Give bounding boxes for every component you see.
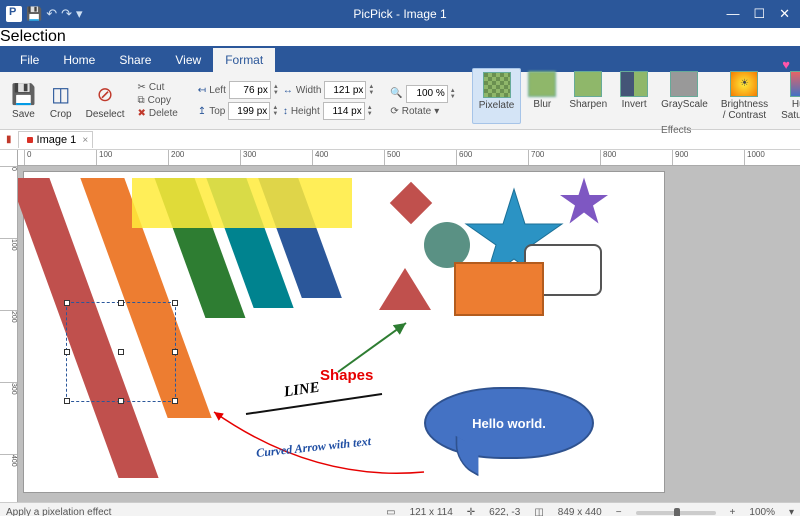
selection-size: 121 x 114: [410, 507, 453, 516]
invert-button[interactable]: Invert: [614, 68, 654, 124]
status-bar: Apply a pixelation effect ▭ 121 x 114 ✛ 62…: [0, 502, 800, 516]
top-input[interactable]: [228, 102, 270, 120]
quick-access-toolbar: 💾 ↶ ↷ ▾: [0, 6, 83, 22]
cursor-position: 622, -3: [489, 507, 520, 516]
delete-icon: ✖: [138, 108, 146, 119]
rotate-button[interactable]: ⟳Rotate▾: [390, 106, 455, 117]
effects-group: Pixelate Blur Sharpen Invert GrayScale ☀…: [472, 68, 800, 124]
cut-button[interactable]: ✂Cut: [138, 82, 178, 93]
sharpen-button[interactable]: Sharpen: [563, 68, 613, 124]
left-spinner[interactable]: ▲▼: [273, 84, 279, 96]
shape-rectangle-orange[interactable]: [454, 262, 544, 316]
window-title: PicPick - Image 1: [353, 7, 446, 21]
size-group: ↔Width▲▼ ↕Height▲▼: [283, 81, 375, 120]
contextual-group-label: Selection: [0, 28, 800, 46]
app-logo-icon: [6, 6, 22, 22]
hue-icon: [790, 71, 800, 97]
canvas-scroll[interactable]: Shapes LINE Curved Arrow with text Hello…: [18, 166, 800, 502]
canvas[interactable]: Shapes LINE Curved Arrow with text Hello…: [24, 172, 664, 492]
width-spinner[interactable]: ▲▼: [368, 84, 374, 96]
sharpen-icon: [574, 71, 602, 97]
left-icon: ↤: [198, 85, 206, 96]
tab-share[interactable]: Share: [107, 48, 163, 72]
grayscale-button[interactable]: GrayScale: [655, 68, 714, 124]
maximize-button[interactable]: ☐: [753, 6, 765, 22]
zoom-in-button[interactable]: +: [730, 507, 736, 516]
shape-diamond[interactable]: [390, 182, 432, 224]
zoom-input[interactable]: [406, 85, 448, 103]
speech-bubble[interactable]: Hello world.: [424, 387, 594, 459]
zoom-slider[interactable]: [636, 511, 716, 515]
work-area: 010020030040050060070080090010001100 010…: [0, 150, 800, 502]
status-hint: Apply a pixelation effect: [6, 507, 111, 516]
zoom-spinner[interactable]: ▲▼: [450, 88, 456, 100]
shape-star-purple[interactable]: [559, 176, 609, 226]
left-input[interactable]: [229, 81, 271, 99]
pixelate-icon: [483, 72, 511, 98]
qat-dropdown-icon[interactable]: ▾: [76, 6, 83, 22]
rotate-icon: ⟳: [390, 106, 398, 117]
tab-marker-icon: ▮: [6, 134, 12, 145]
brightness-icon: ☀: [730, 71, 758, 97]
canvas-size: 849 x 440: [558, 507, 602, 516]
effects-group-label: Effects: [661, 125, 691, 136]
shape-rectangle-yellow[interactable]: [132, 178, 352, 228]
width-input[interactable]: [324, 81, 366, 99]
speech-text: Hello world.: [472, 416, 546, 431]
document-tab[interactable]: Image 1 ×: [18, 131, 94, 148]
zoom-out-button[interactable]: −: [616, 507, 622, 516]
cut-icon: ✂: [138, 82, 146, 93]
position-group: ↤Left▲▼ ↥Top▲▼: [198, 81, 279, 120]
zoom-percent: 100%: [749, 507, 775, 516]
crop-button[interactable]: ◫Crop: [45, 79, 77, 123]
grayscale-icon: [670, 71, 698, 97]
vertical-ruler: 0100200300400500: [0, 150, 18, 502]
undo-icon[interactable]: ↶: [46, 6, 57, 22]
pixelate-button[interactable]: Pixelate: [472, 68, 522, 124]
shape-triangle[interactable]: [379, 268, 431, 310]
hue-saturation-button[interactable]: Hue / Saturation: [775, 68, 800, 124]
horizontal-ruler: 010020030040050060070080090010001100: [18, 150, 800, 166]
deselect-button[interactable]: ⊘Deselect: [81, 79, 130, 123]
close-button[interactable]: ✕: [779, 6, 790, 22]
height-icon: ↕: [283, 106, 288, 117]
blur-button[interactable]: Blur: [522, 68, 562, 124]
save-button[interactable]: 💾Save: [6, 79, 41, 123]
title-bar: 💾 ↶ ↷ ▾ PicPick - Image 1 — ☐ ✕: [0, 0, 800, 28]
unsaved-indicator-icon: [27, 137, 33, 143]
delete-button[interactable]: ✖Delete: [138, 108, 178, 119]
zoom-dropdown-icon[interactable]: ▾: [789, 507, 794, 516]
width-icon: ↔: [283, 85, 293, 96]
minimize-button[interactable]: —: [726, 6, 739, 22]
copy-icon: ⧉: [138, 95, 145, 106]
close-tab-icon[interactable]: ×: [82, 135, 88, 146]
clipboard-group: ✂Cut ⧉Copy ✖Delete: [134, 80, 182, 121]
tab-format[interactable]: Format: [213, 48, 275, 72]
save-qat-icon[interactable]: 💾: [26, 6, 42, 22]
blur-icon: [528, 71, 556, 97]
cursor-pos-icon: ✛: [467, 507, 475, 516]
top-spinner[interactable]: ▲▼: [272, 105, 278, 117]
rotate-dropdown-icon[interactable]: ▾: [434, 106, 439, 117]
selection-rectangle[interactable]: [66, 302, 176, 402]
height-input[interactable]: [323, 102, 365, 120]
copy-button[interactable]: ⧉Copy: [138, 95, 178, 106]
ribbon: 💾Save ◫Crop ⊘Deselect ✂Cut ⧉Copy ✖Delete…: [0, 72, 800, 130]
selection-size-icon: ▭: [386, 507, 395, 516]
shapes-text-label: Shapes: [320, 367, 373, 384]
tab-file[interactable]: File: [8, 48, 51, 72]
redo-icon[interactable]: ↷: [61, 6, 72, 22]
document-tab-label: Image 1: [37, 134, 77, 146]
tab-home[interactable]: Home: [51, 48, 107, 72]
canvas-size-icon: ◫: [534, 507, 543, 516]
height-spinner[interactable]: ▲▼: [367, 105, 373, 117]
brightness-contrast-button[interactable]: ☀Brightness / Contrast: [715, 68, 774, 124]
top-icon: ↥: [198, 106, 206, 117]
zoom-icon: 🔍: [390, 88, 402, 99]
tab-view[interactable]: View: [163, 48, 213, 72]
invert-icon: [620, 71, 648, 97]
